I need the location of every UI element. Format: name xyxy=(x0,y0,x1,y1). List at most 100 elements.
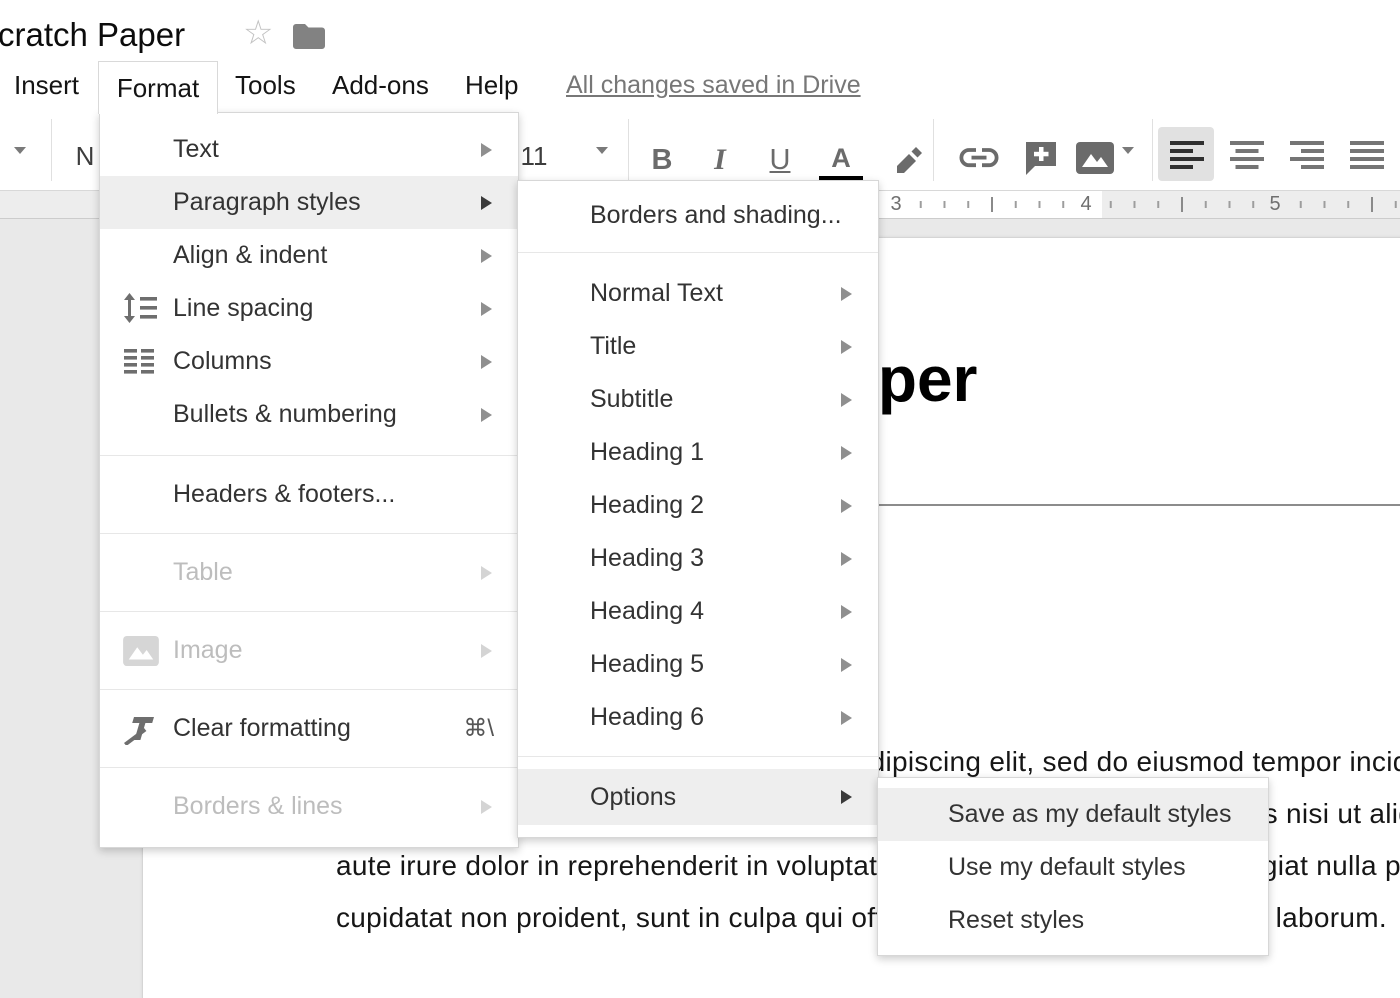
menubar-item-format[interactable]: Format xyxy=(98,61,218,114)
image-caret-icon[interactable] xyxy=(1122,147,1134,154)
insert-image-button[interactable] xyxy=(1072,138,1118,178)
google-docs-app: Scratch Paper ☆ Insert Format Tools Add-… xyxy=(0,0,1400,998)
menubar-item-tools[interactable]: Tools xyxy=(235,70,296,101)
submenu-arrow-icon xyxy=(481,249,492,263)
paragraph-style-selector[interactable]: N xyxy=(70,138,100,174)
image-disabled-icon xyxy=(122,635,164,667)
menu-item-label: Heading 2 xyxy=(590,491,704,520)
menu-item-label: Heading 4 xyxy=(590,597,704,626)
toolbar-overflow-caret-icon[interactable] xyxy=(14,147,26,154)
menu-item-heading-1[interactable]: Heading 1 xyxy=(518,426,878,479)
menu-item-label: Heading 5 xyxy=(590,650,704,679)
align-left-icon xyxy=(1170,141,1204,169)
menu-item-text[interactable]: Text xyxy=(100,123,518,176)
font-size-value[interactable]: 11 xyxy=(514,138,554,174)
menu-item-reset-styles[interactable]: Reset styles xyxy=(878,894,1268,947)
toolbar-divider xyxy=(1152,119,1153,181)
menu-item-label: Normal Text xyxy=(590,279,723,308)
menu-item-label: Align & indent xyxy=(173,241,327,270)
menu-item-label: Line spacing xyxy=(173,294,313,323)
ruler-number: 4 xyxy=(1074,193,1098,216)
toolbar-divider xyxy=(51,119,52,181)
menu-item-options[interactable]: Options xyxy=(518,769,878,825)
align-left-button[interactable] xyxy=(1169,140,1205,170)
font-size-caret-icon[interactable] xyxy=(596,147,608,154)
italic-button[interactable]: I xyxy=(700,140,740,180)
menu-item-clear-formatting[interactable]: Clear formatting ⌘\ xyxy=(100,702,518,755)
menu-item-image: Image xyxy=(100,624,518,677)
menu-item-save-default-styles[interactable]: Save as my default styles xyxy=(878,788,1268,841)
menubar-item-help[interactable]: Help xyxy=(465,70,518,101)
submenu-arrow-icon xyxy=(481,355,492,369)
submenu-arrow-icon xyxy=(841,393,852,407)
menu-item-heading-3[interactable]: Heading 3 xyxy=(518,532,878,585)
menu-item-paragraph-styles[interactable]: Paragraph styles xyxy=(100,176,518,229)
menu-item-subtitle[interactable]: Subtitle xyxy=(518,373,878,426)
menu-item-label: Title xyxy=(590,332,636,361)
bold-button[interactable]: B xyxy=(640,140,684,180)
menu-item-headers-footers[interactable]: Headers & footers... xyxy=(100,468,518,521)
add-comment-button[interactable] xyxy=(1016,136,1066,180)
star-icon[interactable]: ☆ xyxy=(243,14,273,52)
menu-item-heading-2[interactable]: Heading 2 xyxy=(518,479,878,532)
menu-item-align-indent[interactable]: Align & indent xyxy=(100,229,518,282)
menu-item-label: Reset styles xyxy=(948,906,1084,935)
toolbar-divider xyxy=(933,119,934,181)
folder-icon[interactable] xyxy=(292,22,326,55)
align-right-icon xyxy=(1290,141,1324,169)
toolbar-divider xyxy=(628,119,629,181)
submenu-arrow-icon xyxy=(841,552,852,566)
menu-item-columns[interactable]: Columns xyxy=(100,335,518,388)
menu-item-label: Text xyxy=(173,135,219,164)
paragraph-styles-submenu: Borders and shading... Normal Text Title… xyxy=(517,180,879,838)
menu-item-label: Image xyxy=(173,636,242,665)
menu-item-bullets-numbering[interactable]: Bullets & numbering xyxy=(100,388,518,441)
align-justify-icon xyxy=(1350,141,1384,169)
submenu-arrow-icon xyxy=(481,143,492,157)
submenu-arrow-icon xyxy=(841,340,852,354)
align-right-button[interactable] xyxy=(1289,140,1325,170)
menu-item-heading-5[interactable]: Heading 5 xyxy=(518,638,878,691)
submenu-arrow-icon xyxy=(481,302,492,316)
align-justify-button[interactable] xyxy=(1349,140,1385,170)
menu-item-heading-6[interactable]: Heading 6 xyxy=(518,691,878,744)
align-center-icon xyxy=(1230,141,1264,169)
text-color-button[interactable]: A xyxy=(816,130,866,186)
submenu-arrow-icon xyxy=(841,499,852,513)
menu-item-borders-shading[interactable]: Borders and shading... xyxy=(518,189,878,242)
submenu-arrow-icon xyxy=(841,790,852,804)
comment-plus-icon xyxy=(1023,139,1059,177)
menu-item-normal-text[interactable]: Normal Text xyxy=(518,267,878,320)
submenu-arrow-icon xyxy=(841,711,852,725)
menu-item-label: Clear formatting xyxy=(173,714,351,743)
highlight-button[interactable] xyxy=(884,136,934,180)
format-menu: Text Paragraph styles Align & indent xyxy=(99,112,519,848)
menu-item-label: Borders and shading... xyxy=(590,201,842,230)
menu-item-title[interactable]: Title xyxy=(518,320,878,373)
menu-item-heading-4[interactable]: Heading 4 xyxy=(518,585,878,638)
menu-item-label: Headers & footers... xyxy=(173,480,395,509)
save-status-link[interactable]: All changes saved in Drive xyxy=(566,71,861,100)
keyboard-shortcut: ⌘\ xyxy=(463,714,494,743)
ruler-number: 3 xyxy=(884,193,908,216)
underline-button[interactable]: U xyxy=(758,140,802,180)
menu-item-label: Save as my default styles xyxy=(948,800,1231,829)
document-title[interactable]: Scratch Paper xyxy=(0,16,185,54)
link-icon xyxy=(956,141,1002,174)
submenu-arrow-icon xyxy=(481,196,492,210)
menu-item-line-spacing[interactable]: Line spacing xyxy=(100,282,518,335)
options-submenu: Save as my default styles Use my default… xyxy=(877,777,1269,956)
menu-item-borders-lines: Borders & lines xyxy=(100,780,518,833)
insert-link-button[interactable] xyxy=(952,138,1006,176)
submenu-arrow-icon xyxy=(841,605,852,619)
menu-item-use-default-styles[interactable]: Use my default styles xyxy=(878,841,1268,894)
menubar-item-insert[interactable]: Insert xyxy=(14,70,79,101)
submenu-arrow-icon xyxy=(841,287,852,301)
menu-item-label: Columns xyxy=(173,347,272,376)
menu-item-label: Heading 3 xyxy=(590,544,704,573)
menu-item-label: Use my default styles xyxy=(948,853,1186,882)
submenu-arrow-icon xyxy=(481,800,492,814)
submenu-arrow-icon xyxy=(841,658,852,672)
menubar-item-addons[interactable]: Add-ons xyxy=(332,70,429,101)
align-center-button[interactable] xyxy=(1229,140,1265,170)
